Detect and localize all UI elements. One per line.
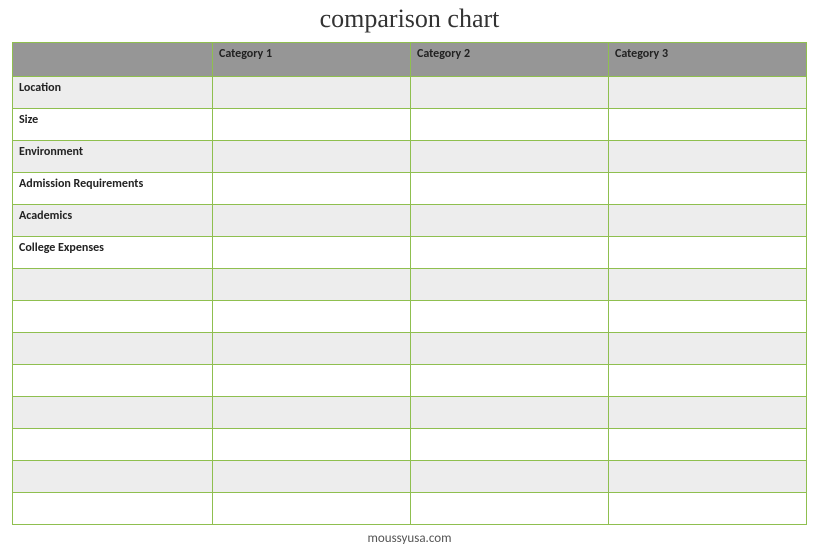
row-label: College Expenses	[13, 237, 213, 269]
row-label: Location	[13, 77, 213, 109]
cell	[213, 205, 411, 237]
cell	[609, 429, 807, 461]
footer-text: moussyusa.com	[0, 525, 819, 546]
cell	[411, 365, 609, 397]
cell	[411, 173, 609, 205]
table-row	[13, 333, 807, 365]
cell	[411, 237, 609, 269]
cell	[213, 397, 411, 429]
cell	[411, 109, 609, 141]
cell	[213, 493, 411, 525]
cell	[609, 173, 807, 205]
row-label: Admission Requirements	[13, 173, 213, 205]
header-col-1: Category 1	[213, 43, 411, 77]
table-row: Admission Requirements	[13, 173, 807, 205]
table-row	[13, 461, 807, 493]
header-row: Category 1 Category 2 Category 3	[13, 43, 807, 77]
table-row	[13, 429, 807, 461]
cell	[411, 493, 609, 525]
row-label	[13, 429, 213, 461]
table-row	[13, 365, 807, 397]
cell	[213, 77, 411, 109]
page-title: comparison chart	[0, 0, 819, 42]
cell	[609, 397, 807, 429]
row-label: Environment	[13, 141, 213, 173]
cell	[213, 333, 411, 365]
row-label: Size	[13, 109, 213, 141]
table-row	[13, 397, 807, 429]
cell	[609, 269, 807, 301]
table-row: Academics	[13, 205, 807, 237]
cell	[609, 141, 807, 173]
header-col-0	[13, 43, 213, 77]
cell	[213, 429, 411, 461]
comparison-table-container: Category 1 Category 2 Category 3 Locatio…	[0, 42, 819, 525]
cell	[411, 333, 609, 365]
row-label	[13, 301, 213, 333]
row-label	[13, 461, 213, 493]
cell	[609, 333, 807, 365]
table-row: Location	[13, 77, 807, 109]
row-label	[13, 365, 213, 397]
header-col-2: Category 2	[411, 43, 609, 77]
comparison-table: Category 1 Category 2 Category 3 Locatio…	[12, 42, 807, 525]
table-row: Environment	[13, 141, 807, 173]
cell	[609, 237, 807, 269]
cell	[213, 269, 411, 301]
header-col-3: Category 3	[609, 43, 807, 77]
cell	[609, 205, 807, 237]
cell	[213, 237, 411, 269]
row-label	[13, 269, 213, 301]
row-label	[13, 333, 213, 365]
cell	[609, 493, 807, 525]
table-row	[13, 493, 807, 525]
cell	[213, 141, 411, 173]
table-row: College Expenses	[13, 237, 807, 269]
cell	[213, 365, 411, 397]
cell	[609, 77, 807, 109]
cell	[213, 461, 411, 493]
cell	[411, 397, 609, 429]
cell	[411, 429, 609, 461]
cell	[411, 301, 609, 333]
cell	[609, 301, 807, 333]
cell	[411, 141, 609, 173]
cell	[411, 269, 609, 301]
cell	[213, 173, 411, 205]
cell	[609, 109, 807, 141]
cell	[609, 461, 807, 493]
cell	[609, 365, 807, 397]
table-row	[13, 269, 807, 301]
table-row: Size	[13, 109, 807, 141]
cell	[411, 205, 609, 237]
table-row	[13, 301, 807, 333]
row-label	[13, 397, 213, 429]
cell	[213, 109, 411, 141]
row-label: Academics	[13, 205, 213, 237]
cell	[411, 77, 609, 109]
cell	[213, 301, 411, 333]
row-label	[13, 493, 213, 525]
cell	[411, 461, 609, 493]
